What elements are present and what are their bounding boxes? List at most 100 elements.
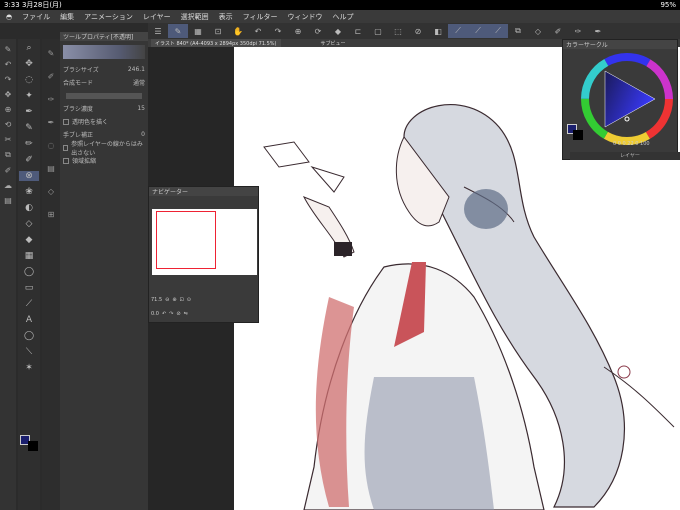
deselect-icon[interactable]: ⊘: [408, 24, 428, 38]
area-checkbox[interactable]: [63, 157, 69, 164]
brush-side-icon[interactable]: ✐: [5, 166, 12, 175]
copy-icon[interactable]: ⧉: [5, 150, 11, 160]
menu-layer[interactable]: レイヤー: [143, 12, 171, 22]
decoration-tool-icon[interactable]: ❀: [25, 187, 33, 197]
canvas-tab[interactable]: イラスト 840* (A4-4093 x 2894px 350dpi 71.5%…: [151, 39, 281, 47]
navigator-thumbnail[interactable]: [152, 209, 257, 275]
texture-slider[interactable]: [66, 92, 142, 99]
figure-tool-icon[interactable]: ◯: [24, 267, 34, 277]
layer-new-icon[interactable]: ⧉: [508, 24, 528, 38]
subtool-6-icon[interactable]: ▤: [47, 164, 55, 173]
crop-icon[interactable]: ⊏: [348, 24, 368, 38]
subtool-8-icon[interactable]: ⊞: [48, 210, 55, 219]
navigator-view-frame[interactable]: [156, 211, 216, 269]
eraser-icon[interactable]: ◇: [528, 24, 548, 38]
layer-panel-header[interactable]: レイヤー: [570, 152, 680, 160]
pen-icon[interactable]: ✎: [5, 45, 12, 54]
eyedropper-tool-icon[interactable]: ✒: [25, 107, 33, 117]
fit-window-icon[interactable]: ⊡: [180, 297, 184, 303]
pen-mode-icon[interactable]: ✎: [168, 24, 188, 38]
pen-tool-icon[interactable]: ✎: [25, 123, 33, 133]
redo-icon[interactable]: ↷: [268, 24, 288, 38]
text-tool-icon[interactable]: A: [26, 315, 32, 325]
menu-file[interactable]: ファイル: [22, 12, 50, 22]
transform-icon[interactable]: ⊕: [288, 24, 308, 38]
rotate-left-icon[interactable]: ↶: [162, 311, 166, 317]
menu-help[interactable]: ヘルプ: [333, 12, 354, 22]
menu-filter[interactable]: フィルター: [243, 12, 278, 22]
zoom-out-icon[interactable]: ⊖: [165, 297, 169, 303]
zoom-tool-icon[interactable]: ⌕: [26, 43, 31, 53]
line-tool-icon[interactable]: ⟍: [26, 347, 32, 357]
sub-color-swatch[interactable]: [28, 441, 38, 451]
subtool-3-icon[interactable]: ✑: [48, 95, 55, 104]
clear-icon[interactable]: ▢: [368, 24, 388, 38]
menu-selection[interactable]: 選択範囲: [181, 12, 209, 22]
marker-icon[interactable]: ✑: [568, 24, 588, 38]
angle-value[interactable]: 0.0: [151, 311, 159, 317]
brush-tool-icon[interactable]: ✐: [25, 155, 33, 165]
fit-icon[interactable]: ⊡: [208, 24, 228, 38]
reference-checkbox[interactable]: [63, 144, 69, 151]
menu-edit[interactable]: 編集: [60, 12, 74, 22]
correct-tool-icon[interactable]: ✶: [25, 363, 33, 373]
color-sub-swatch[interactable]: [573, 130, 583, 140]
rotate-icon[interactable]: ⟳: [308, 24, 328, 38]
cut-icon[interactable]: ✂: [5, 135, 12, 144]
layer-side-icon[interactable]: ▤: [4, 196, 12, 205]
blend-tool-icon[interactable]: ◐: [25, 203, 33, 213]
rotate-right-icon[interactable]: ↷: [169, 311, 173, 317]
move-icon[interactable]: ✥: [5, 90, 12, 99]
density-value[interactable]: 15: [137, 105, 145, 112]
select-icon[interactable]: ⬚: [388, 24, 408, 38]
pen-preset-3-icon[interactable]: ⟋: [488, 24, 508, 38]
menu-icon[interactable]: ☰: [148, 24, 168, 38]
rotate-side-icon[interactable]: ⟲: [5, 120, 12, 129]
reset-rotate-icon[interactable]: ⊘: [176, 311, 180, 317]
menu-animation[interactable]: アニメーション: [84, 12, 133, 22]
subtool-1-icon[interactable]: ✎: [48, 49, 55, 58]
fill-tool-icon[interactable]: ◆: [26, 235, 33, 245]
gradient-tool-icon[interactable]: ▦: [25, 251, 34, 261]
undo-side-icon[interactable]: ↶: [5, 60, 12, 69]
airbrush-tool-icon[interactable]: ⊗: [19, 171, 39, 181]
subtool-4-icon[interactable]: ✒: [48, 118, 55, 127]
redo-side-icon[interactable]: ↷: [5, 75, 12, 84]
brush-icon[interactable]: ✐: [548, 24, 568, 38]
actual-size-icon[interactable]: ⊙: [187, 297, 191, 303]
subtool-7-icon[interactable]: ◇: [48, 187, 54, 196]
menu-window[interactable]: ウィンドウ: [288, 12, 323, 22]
zoom-icon[interactable]: ⊕: [5, 105, 12, 114]
lasso-tool-icon[interactable]: ◌: [25, 75, 33, 85]
hand-icon[interactable]: ✋: [228, 24, 248, 38]
zoom-value[interactable]: 71.5: [151, 297, 162, 303]
ruler-tool-icon[interactable]: ⟋: [26, 299, 32, 309]
undo-icon[interactable]: ↶: [248, 24, 268, 38]
eraser-tool-icon[interactable]: ◇: [26, 219, 33, 229]
blend-mode-select[interactable]: 通常: [133, 78, 145, 87]
menu-bar: ◓ ファイル 編集 アニメーション レイヤー 選択範囲 表示 フィルター ウィン…: [0, 10, 680, 23]
balloon-tool-icon[interactable]: ◯: [24, 331, 34, 341]
reference-label: 参照レイヤーの線からはみ出さない: [71, 140, 143, 157]
fill-icon[interactable]: ◆: [328, 24, 348, 38]
menu-view[interactable]: 表示: [219, 12, 233, 22]
subtool-2-icon[interactable]: ✐: [48, 72, 55, 81]
move-tool-icon[interactable]: ✥: [25, 59, 33, 69]
pen-preset-2-icon[interactable]: ⟋: [468, 24, 488, 38]
subtool-5-icon[interactable]: ◌: [48, 141, 55, 150]
frame-tool-icon[interactable]: ▭: [25, 283, 34, 293]
app-icon[interactable]: ◓: [6, 13, 12, 21]
grid-icon[interactable]: ▦: [188, 24, 208, 38]
brush-size-value[interactable]: 246.1: [128, 66, 145, 73]
stabilizer-value[interactable]: 0: [141, 131, 145, 138]
wand-tool-icon[interactable]: ✦: [25, 91, 33, 101]
zoom-in-icon[interactable]: ⊕: [172, 297, 176, 303]
eyedrop-icon[interactable]: ✒: [588, 24, 608, 38]
status-date: 3月28日(月): [21, 1, 62, 9]
transparent-checkbox[interactable]: [63, 118, 69, 125]
mask-icon[interactable]: ◧: [428, 24, 448, 38]
pen-preset-1-icon[interactable]: ⟋: [448, 24, 468, 38]
flip-icon[interactable]: ⇋: [184, 311, 188, 317]
smudge-icon[interactable]: ☁: [4, 181, 12, 190]
pencil-tool-icon[interactable]: ✏: [25, 139, 33, 149]
